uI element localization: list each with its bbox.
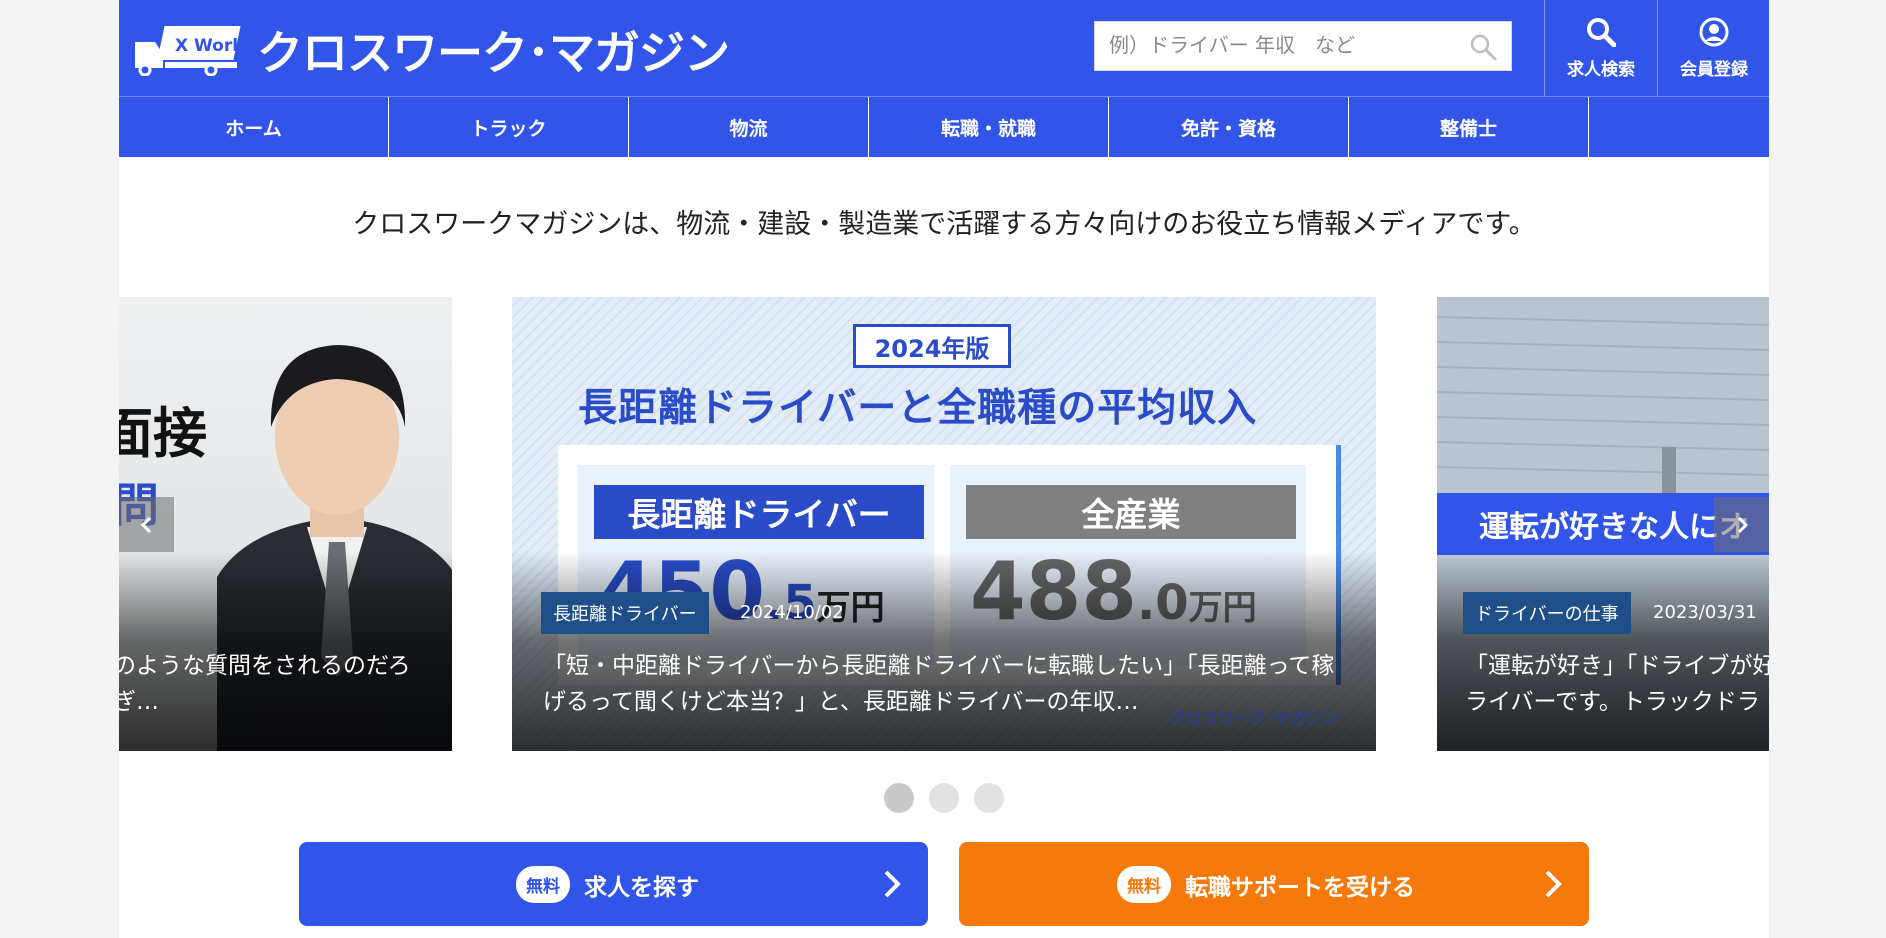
category-badge[interactable]: ドライバーの仕事	[1463, 592, 1631, 634]
nav-item-mechanic[interactable]: 整備士	[1349, 97, 1589, 157]
search-icon	[1587, 17, 1616, 47]
nav-item-logistics[interactable]: 物流	[629, 97, 869, 157]
job-search-button[interactable]: 求人検索	[1544, 0, 1657, 96]
nav-item-license[interactable]: 免許・資格	[1109, 97, 1349, 157]
nav-item-home[interactable]: ホーム	[119, 97, 389, 157]
slide-excerpt-line: ライバーです。トラックドラ	[1465, 689, 1760, 715]
nav-item-label: 整備士	[1439, 117, 1497, 140]
user-circle-icon	[1699, 17, 1729, 46]
cta-label: 求人を探す	[584, 874, 699, 901]
carousel-dot-2[interactable]	[929, 783, 959, 813]
career-support-button[interactable]: 無料 転職サポートを受ける	[959, 842, 1589, 926]
carousel-next-button[interactable]	[1714, 497, 1769, 552]
slide-date: 2024/10/02	[740, 602, 844, 623]
category-badge[interactable]: 長距離ドライバー	[541, 592, 709, 634]
nav-item-truck[interactable]: トラック	[389, 97, 629, 157]
search-box	[1094, 21, 1512, 71]
member-register-label: 会員登録	[1680, 59, 1748, 80]
truck-logo-icon: X Work	[135, 26, 244, 76]
find-jobs-button[interactable]: 無料 求人を探す	[299, 842, 928, 926]
nav-item-career-change[interactable]: 転職・就職	[869, 97, 1109, 157]
slide-date: 2023/03/31	[1653, 602, 1757, 623]
search-input[interactable]	[1095, 22, 1459, 68]
chevron-right-icon	[1737, 516, 1748, 533]
income-box-label: 長距離ドライバー	[594, 485, 924, 539]
nav-item-label: ホーム	[225, 117, 282, 140]
slide-image-heading: 面接	[119, 402, 207, 465]
chevron-right-icon	[1545, 870, 1562, 898]
search-icon[interactable]	[1469, 33, 1497, 61]
page: X Work クロスワーク･マガジン 求人検索	[119, 0, 1769, 938]
slide-excerpt-line: 「短・中距離ドライバーから長距離ドライバーに転職したい」「長距離って稼	[543, 653, 1335, 679]
nav-item-label: 免許・資格	[1180, 117, 1276, 140]
slide-excerpt-line: 「運転が好き」「ドライブが好	[1465, 653, 1769, 679]
slide-excerpt-line: ぎ…	[119, 689, 159, 715]
site-title: クロスワーク･マガジン	[257, 26, 730, 80]
free-badge: 無料	[1117, 866, 1171, 903]
slide-excerpt-line: のような質問をされるのだろ	[119, 653, 411, 679]
slide-image-title: 長距離ドライバーと全職種の平均収入	[578, 386, 1258, 431]
carousel-prev-button[interactable]	[119, 497, 174, 552]
site-tagline: クロスワークマガジンは、物流・建設・製造業で活躍する方々向けのお役立ち情報メディ…	[352, 209, 1536, 240]
nav-item-label: 物流	[729, 117, 768, 140]
cta-label: 転職サポートを受ける	[1185, 874, 1415, 901]
free-badge: 無料	[516, 866, 570, 903]
cta-content: 無料 求人を探す	[516, 866, 699, 903]
carousel-dot-1[interactable]	[884, 783, 914, 813]
global-nav: ホーム トラック 物流 転職・就職 免許・資格 整備士	[119, 96, 1769, 157]
logo-badge-text: X Work	[175, 36, 244, 56]
year-badge: 2024年版	[853, 324, 1011, 368]
nav-item-label: トラック	[470, 117, 547, 140]
site-logo[interactable]: X Work クロスワーク･マガジン	[133, 24, 730, 80]
member-register-button[interactable]: 会員登録	[1657, 0, 1769, 96]
job-search-label: 求人検索	[1567, 59, 1635, 80]
slide-watermark: クロスワーク･マガジン	[1169, 709, 1338, 728]
slide-excerpt-line: げるって聞くけど本当？」と、長距離ドライバーの年収…	[543, 689, 1139, 715]
chevron-left-icon	[140, 516, 151, 533]
truck-container-photo	[1437, 297, 1769, 497]
cta-content: 無料 転職サポートを受ける	[1117, 866, 1415, 903]
site-header: X Work クロスワーク･マガジン 求人検索	[119, 0, 1769, 96]
carousel-slide-active[interactable]: 2024年版 長距離ドライバーと全職種の平均収入 長距離ドライバー 450.5万…	[512, 297, 1376, 751]
chevron-right-icon	[884, 870, 901, 898]
carousel-dot-3[interactable]	[974, 783, 1004, 813]
nav-item-label: 転職・就職	[940, 117, 1036, 140]
income-box-label: 全産業	[966, 485, 1296, 539]
